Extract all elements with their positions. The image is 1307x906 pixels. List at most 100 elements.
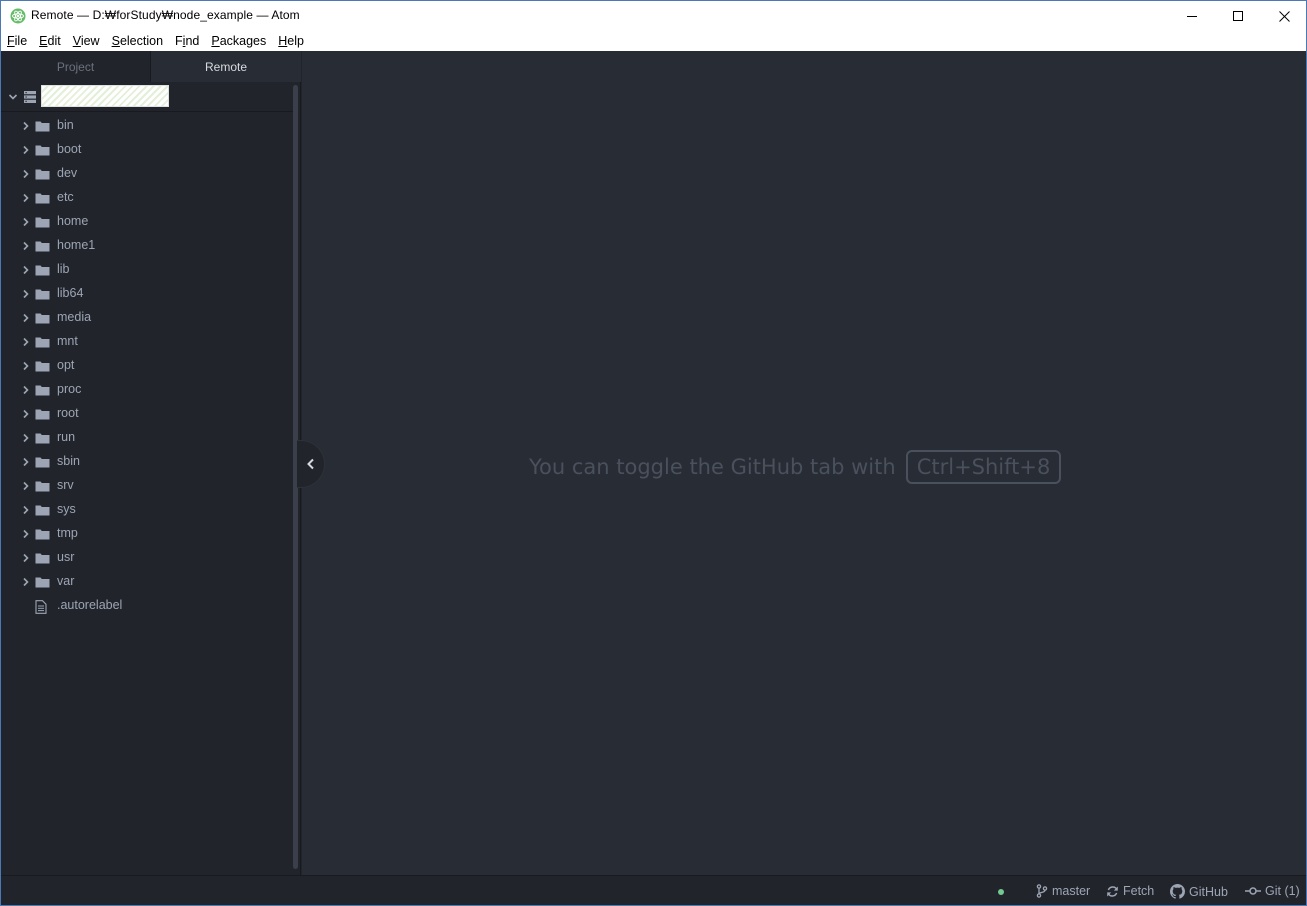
folder-icon bbox=[35, 433, 50, 444]
tree-item-label: sbin bbox=[57, 454, 80, 468]
menu-selection-rest: election bbox=[119, 34, 164, 48]
chevron-right-icon[interactable] bbox=[21, 169, 31, 179]
tree-folder-item[interactable]: proc bbox=[1, 378, 293, 402]
tree-item-label: sys bbox=[57, 502, 76, 516]
branch-status[interactable]: master bbox=[1036, 884, 1090, 898]
tree-folder-item[interactable]: tmp bbox=[1, 522, 293, 546]
maximize-button[interactable] bbox=[1215, 1, 1261, 31]
menu-help-rest: elp bbox=[287, 34, 304, 48]
chevron-right-icon[interactable] bbox=[21, 121, 31, 131]
git-commit-icon bbox=[1245, 887, 1261, 895]
folder-icon bbox=[35, 169, 50, 180]
menu-help[interactable]: Help bbox=[272, 31, 310, 51]
chevron-right-icon[interactable] bbox=[21, 289, 31, 299]
chevron-right-icon[interactable] bbox=[21, 433, 31, 443]
menu-view[interactable]: View bbox=[67, 31, 106, 51]
chevron-right-icon[interactable] bbox=[21, 409, 31, 419]
fetch-button[interactable]: Fetch bbox=[1106, 884, 1154, 898]
status-bar: master Fetch GitHub Git (1) bbox=[1, 875, 1306, 905]
folder-icon bbox=[35, 265, 50, 276]
tree-folder-item[interactable]: boot bbox=[1, 138, 293, 162]
folder-icon bbox=[35, 577, 50, 588]
tree-item-label: srv bbox=[57, 478, 74, 492]
git-label: Git (1) bbox=[1265, 884, 1300, 898]
menu-packages[interactable]: Packages bbox=[205, 31, 272, 51]
menu-selection[interactable]: Selection bbox=[106, 31, 169, 51]
tree-item-label: etc bbox=[57, 190, 74, 204]
git-branch-icon bbox=[1036, 884, 1048, 898]
tree-folder-item[interactable]: mnt bbox=[1, 330, 293, 354]
tree-file-item[interactable]: .autorelabel bbox=[1, 594, 293, 618]
maximize-icon bbox=[1232, 10, 1243, 21]
chevron-right-icon[interactable] bbox=[21, 361, 31, 371]
tree-folder-item[interactable]: media bbox=[1, 306, 293, 330]
tree-folder-item[interactable]: home1 bbox=[1, 234, 293, 258]
chevron-right-icon[interactable] bbox=[21, 385, 31, 395]
menu-file-rest: ile bbox=[14, 34, 28, 48]
chevron-right-icon[interactable] bbox=[21, 313, 31, 323]
tree-folder-item[interactable]: srv bbox=[1, 474, 293, 498]
tree-folder-item[interactable]: lib bbox=[1, 258, 293, 282]
menu-find[interactable]: Find bbox=[169, 31, 205, 51]
chevron-right-icon[interactable] bbox=[21, 553, 31, 563]
tree-folder-item[interactable]: lib64 bbox=[1, 282, 293, 306]
chevron-right-icon[interactable] bbox=[21, 241, 31, 251]
folder-icon bbox=[35, 217, 50, 228]
folder-icon bbox=[35, 457, 50, 468]
folder-icon bbox=[35, 193, 50, 204]
hint-text: You can toggle the GitHub tab with bbox=[529, 455, 896, 479]
minimize-button[interactable] bbox=[1169, 1, 1215, 31]
menu-view-rest: iew bbox=[80, 34, 100, 48]
menu-edit[interactable]: Edit bbox=[33, 31, 67, 51]
tree-folder-item[interactable]: sbin bbox=[1, 450, 293, 474]
redacted-hostname bbox=[41, 85, 169, 107]
chevron-right-icon[interactable] bbox=[21, 577, 31, 587]
close-button[interactable] bbox=[1261, 1, 1306, 31]
chevron-right-icon[interactable] bbox=[21, 481, 31, 491]
tree-folder-item[interactable]: etc bbox=[1, 186, 293, 210]
fetch-label: Fetch bbox=[1123, 884, 1155, 898]
tree-item-label: tmp bbox=[57, 526, 78, 540]
github-tab-button[interactable]: GitHub bbox=[1170, 884, 1228, 899]
atom-logo-icon bbox=[10, 8, 26, 24]
tree-folder-item[interactable]: sys bbox=[1, 498, 293, 522]
tree-folder-item[interactable]: bin bbox=[1, 114, 293, 138]
tree-folder-item[interactable]: var bbox=[1, 570, 293, 594]
chevron-right-icon[interactable] bbox=[21, 529, 31, 539]
folder-icon bbox=[35, 481, 50, 492]
tree-item-label: .autorelabel bbox=[57, 598, 123, 612]
tree-folder-item[interactable]: usr bbox=[1, 546, 293, 570]
tab-project[interactable]: Project bbox=[1, 51, 151, 82]
tree-folder-item[interactable]: home bbox=[1, 210, 293, 234]
remote-tree: bin boot dev etc home home1 lib lib64 media mnt op… bbox=[1, 82, 293, 875]
keyboard-shortcut: Ctrl+Shift+8 bbox=[905, 450, 1062, 484]
tree-item-label: lib64 bbox=[57, 286, 84, 300]
remote-root-row[interactable] bbox=[1, 82, 293, 112]
chevron-right-icon[interactable] bbox=[21, 265, 31, 275]
tree-folder-item[interactable]: dev bbox=[1, 162, 293, 186]
status-indicator-dot bbox=[998, 889, 1004, 895]
chevron-right-icon[interactable] bbox=[21, 457, 31, 467]
chevron-down-icon[interactable] bbox=[8, 92, 18, 102]
tree-folder-item[interactable]: root bbox=[1, 402, 293, 426]
editor-area: You can toggle the GitHub tab with Ctrl+… bbox=[302, 51, 1306, 875]
chevron-right-icon[interactable] bbox=[21, 337, 31, 347]
tree-folder-item[interactable]: opt bbox=[1, 354, 293, 378]
git-tab-button[interactable]: Git (1) bbox=[1245, 884, 1300, 898]
tree-item-label: boot bbox=[57, 142, 82, 156]
chevron-right-icon[interactable] bbox=[21, 145, 31, 155]
chevron-right-icon[interactable] bbox=[21, 193, 31, 203]
chevron-right-icon[interactable] bbox=[21, 505, 31, 515]
chevron-right-icon[interactable] bbox=[21, 217, 31, 227]
menu-file[interactable]: File bbox=[1, 31, 33, 51]
folder-icon bbox=[35, 409, 50, 420]
menu-file-key: F bbox=[7, 34, 15, 48]
dock-tab-bar: Project Remote bbox=[1, 51, 301, 82]
tree-item-label: bin bbox=[57, 118, 74, 132]
tree-item-label: run bbox=[57, 430, 76, 444]
github-icon bbox=[1170, 884, 1185, 899]
minimize-icon bbox=[1186, 15, 1197, 17]
tree-item-label: proc bbox=[57, 382, 82, 396]
tree-folder-item[interactable]: run bbox=[1, 426, 293, 450]
tab-remote[interactable]: Remote bbox=[151, 51, 301, 82]
